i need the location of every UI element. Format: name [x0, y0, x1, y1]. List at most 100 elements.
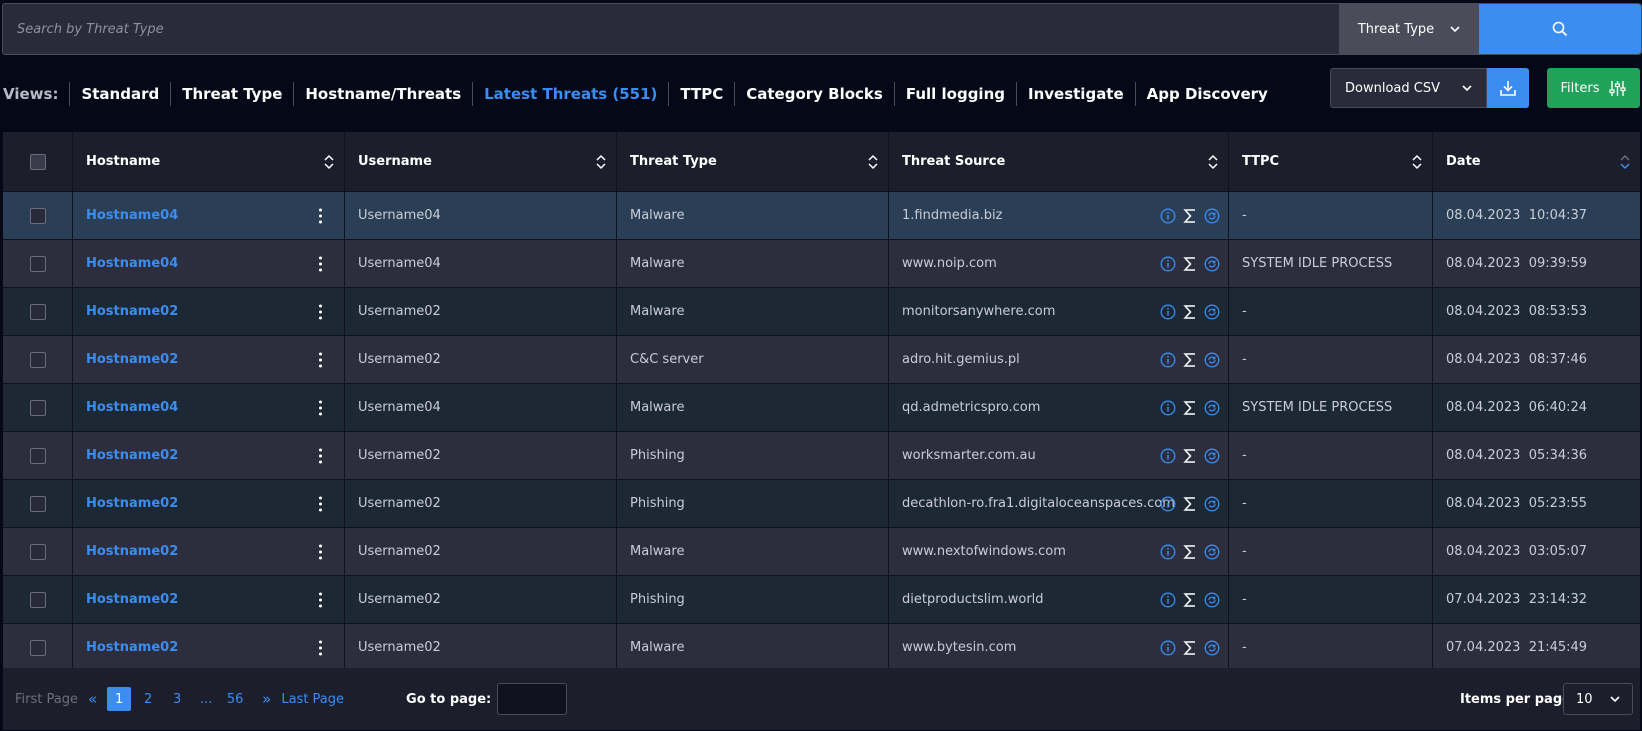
search-button[interactable]: [1479, 4, 1641, 54]
info-icon[interactable]: [1160, 640, 1176, 656]
header-threat-type[interactable]: Threat Type: [617, 132, 889, 191]
info-icon[interactable]: [1160, 448, 1176, 464]
table-row[interactable]: Hostname02 Username02 Malware www.nextof…: [3, 528, 1640, 576]
refresh-icon[interactable]: [1204, 592, 1220, 608]
search-input[interactable]: [3, 4, 1339, 54]
hostname-link[interactable]: Hostname02: [86, 640, 178, 655]
page-1[interactable]: 1: [107, 687, 132, 711]
download-button[interactable]: [1487, 68, 1529, 108]
sigma-icon[interactable]: [1182, 448, 1198, 464]
row-checkbox[interactable]: [29, 543, 46, 560]
table-row[interactable]: Hostname02 Username02 Malware www.bytesi…: [3, 624, 1640, 672]
page-56[interactable]: 56: [223, 687, 247, 711]
row-menu-icon[interactable]: [319, 496, 322, 511]
row-menu-icon[interactable]: [319, 304, 322, 319]
row-menu-icon[interactable]: [319, 448, 322, 463]
refresh-icon[interactable]: [1204, 256, 1220, 272]
info-icon[interactable]: [1160, 544, 1176, 560]
info-icon[interactable]: [1160, 400, 1176, 416]
header-username[interactable]: Username: [345, 132, 617, 191]
view-investigate[interactable]: Investigate: [1016, 82, 1135, 106]
goto-page-input[interactable]: [497, 683, 568, 715]
hostname-link[interactable]: Hostname02: [86, 448, 178, 463]
refresh-icon[interactable]: [1204, 208, 1220, 224]
row-menu-icon[interactable]: [319, 352, 322, 367]
sigma-icon[interactable]: [1182, 304, 1198, 320]
info-icon[interactable]: [1160, 256, 1176, 272]
row-menu-icon[interactable]: [319, 400, 322, 415]
header-ttpc[interactable]: TTPC: [1229, 132, 1433, 191]
hostname-link[interactable]: Hostname04: [86, 208, 178, 223]
refresh-icon[interactable]: [1204, 304, 1220, 320]
row-checkbox[interactable]: [29, 399, 46, 416]
sigma-icon[interactable]: [1182, 592, 1198, 608]
row-checkbox[interactable]: [29, 495, 46, 512]
threat-type-dropdown[interactable]: Threat Type: [1339, 4, 1479, 54]
select-all-checkbox[interactable]: [29, 153, 46, 170]
refresh-icon[interactable]: [1204, 640, 1220, 656]
hostname-link[interactable]: Hostname02: [86, 544, 178, 559]
row-checkbox[interactable]: [29, 591, 46, 608]
first-page-link[interactable]: First Page: [15, 692, 78, 707]
info-icon[interactable]: [1160, 208, 1176, 224]
row-menu-icon[interactable]: [319, 544, 322, 559]
view-standard[interactable]: Standard: [69, 82, 170, 106]
sigma-icon[interactable]: [1182, 496, 1198, 512]
table-row[interactable]: Hostname04 Username04 Malware www.noip.c…: [3, 240, 1640, 288]
refresh-icon[interactable]: [1204, 544, 1220, 560]
table-row[interactable]: Hostname04 Username04 Malware qd.admetri…: [3, 384, 1640, 432]
table-row[interactable]: Hostname02 Username02 C&C server adro.hi…: [3, 336, 1640, 384]
view-hostname-threats[interactable]: Hostname/Threats: [293, 82, 472, 106]
row-menu-icon[interactable]: [319, 592, 322, 607]
page-2[interactable]: 2: [136, 687, 160, 711]
sigma-icon[interactable]: [1182, 544, 1198, 560]
row-menu-icon[interactable]: [319, 640, 322, 655]
sigma-icon[interactable]: [1182, 400, 1198, 416]
next-page-icon[interactable]: »: [262, 690, 271, 708]
table-row[interactable]: Hostname02 Username02 Phishing worksmart…: [3, 432, 1640, 480]
items-per-page-select[interactable]: 10: [1563, 683, 1633, 715]
hostname-link[interactable]: Hostname02: [86, 496, 178, 511]
header-date[interactable]: Date: [1433, 132, 1640, 191]
sigma-icon[interactable]: [1182, 208, 1198, 224]
table-row[interactable]: Hostname04 Username04 Malware 1.findmedi…: [3, 192, 1640, 240]
row-checkbox[interactable]: [29, 639, 46, 656]
sigma-icon[interactable]: [1182, 256, 1198, 272]
info-icon[interactable]: [1160, 496, 1176, 512]
row-checkbox[interactable]: [29, 351, 46, 368]
refresh-icon[interactable]: [1204, 400, 1220, 416]
view-ttpc[interactable]: TTPC: [668, 82, 734, 106]
row-menu-icon[interactable]: [319, 256, 322, 271]
download-csv-dropdown[interactable]: Download CSV: [1330, 68, 1487, 108]
refresh-icon[interactable]: [1204, 448, 1220, 464]
row-checkbox[interactable]: [29, 207, 46, 224]
view-latest-threats[interactable]: Latest Threats (551): [472, 82, 668, 106]
refresh-icon[interactable]: [1204, 352, 1220, 368]
view-threat-type[interactable]: Threat Type: [170, 82, 293, 106]
table-row[interactable]: Hostname02 Username02 Phishing dietprodu…: [3, 576, 1640, 624]
info-icon[interactable]: [1160, 592, 1176, 608]
table-row[interactable]: Hostname02 Username02 Malware monitorsan…: [3, 288, 1640, 336]
hostname-link[interactable]: Hostname04: [86, 400, 178, 415]
row-checkbox[interactable]: [29, 255, 46, 272]
prev-page-icon[interactable]: «: [88, 690, 97, 708]
sigma-icon[interactable]: [1182, 352, 1198, 368]
row-checkbox[interactable]: [29, 447, 46, 464]
hostname-link[interactable]: Hostname02: [86, 592, 178, 607]
view-full-logging[interactable]: Full logging: [893, 82, 1016, 106]
row-menu-icon[interactable]: [319, 208, 322, 223]
last-page-link[interactable]: Last Page: [281, 692, 344, 707]
refresh-icon[interactable]: [1204, 496, 1220, 512]
hostname-link[interactable]: Hostname02: [86, 352, 178, 367]
view-category-blocks[interactable]: Category Blocks: [734, 82, 894, 106]
header-hostname[interactable]: Hostname: [73, 132, 345, 191]
table-row[interactable]: Hostname02 Username02 Phishing decathlon…: [3, 480, 1640, 528]
page-3[interactable]: 3: [165, 687, 189, 711]
view-app-discovery[interactable]: App Discovery: [1134, 82, 1279, 106]
sigma-icon[interactable]: [1182, 640, 1198, 656]
filters-button[interactable]: Filters: [1547, 68, 1640, 108]
hostname-link[interactable]: Hostname04: [86, 256, 178, 271]
info-icon[interactable]: [1160, 352, 1176, 368]
header-threat-source[interactable]: Threat Source: [889, 132, 1229, 191]
hostname-link[interactable]: Hostname02: [86, 304, 178, 319]
